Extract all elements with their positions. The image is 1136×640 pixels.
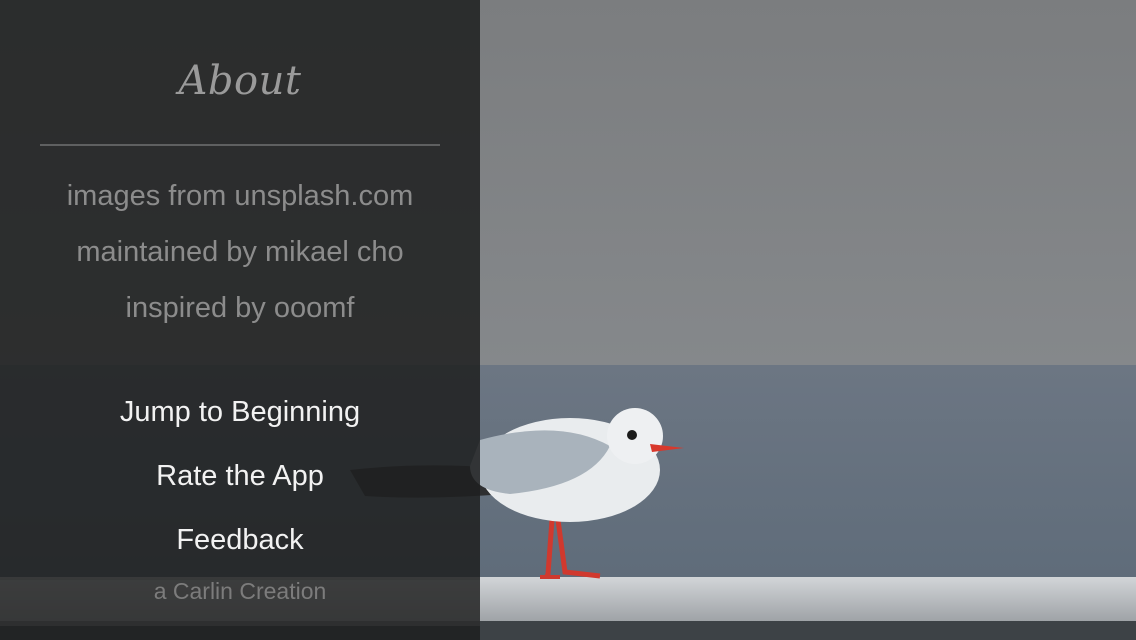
page-title: About bbox=[178, 58, 302, 104]
about-screen: About images from unsplash.com maintaine… bbox=[0, 0, 1136, 640]
feedback-button[interactable]: Feedback bbox=[0, 524, 480, 557]
rate-app-button[interactable]: Rate the App bbox=[0, 460, 480, 493]
signature-text: a Carlin Creation bbox=[153, 578, 327, 604]
about-sidebar: About images from unsplash.com maintaine… bbox=[0, 0, 480, 640]
credit-inspiration: inspired by ooomf bbox=[125, 292, 355, 324]
credit-images: images from unsplash.com bbox=[66, 180, 414, 212]
jump-to-beginning-button[interactable]: Jump to Beginning bbox=[0, 396, 480, 429]
credit-maintainer: maintained by mikael cho bbox=[76, 236, 404, 268]
title-divider bbox=[40, 144, 440, 146]
